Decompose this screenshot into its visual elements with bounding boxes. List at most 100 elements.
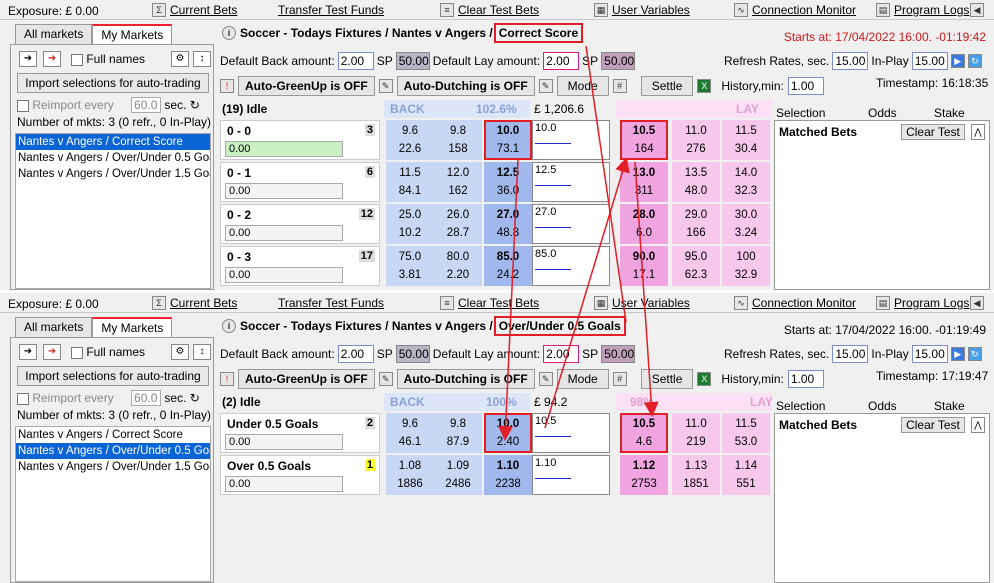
back-price-best[interactable]: 12.5 36.0 (484, 162, 532, 202)
current-bets-button[interactable]: Σ Current Bets (152, 295, 237, 311)
full-names-checkbox[interactable] (71, 346, 83, 359)
auto-greenup-button[interactable]: Auto-GreenUp is OFF (238, 76, 375, 96)
reimport-input[interactable]: 60.0 (131, 97, 162, 113)
auto-dutching-button[interactable]: Auto-Dutching is OFF (396, 369, 535, 389)
refresh-icon[interactable]: ↻ (186, 98, 200, 112)
refresh-rate-input[interactable]: 15.00 (832, 345, 869, 363)
back-price-2[interactable]: 1.09 2486 (434, 455, 482, 495)
connection-monitor-button[interactable]: ∿ Connection Monitor (734, 295, 856, 311)
list-item[interactable]: Nantes v Angers / Over/Under 0.5 Goals (16, 150, 210, 166)
tab-my-markets[interactable]: My Markets (92, 24, 173, 44)
alert-icon[interactable]: ! (220, 372, 234, 386)
reimport-checkbox[interactable] (17, 99, 29, 112)
ladder-cell[interactable]: 27.0 (532, 204, 610, 244)
runner-name[interactable]: 0 - 1 6 0.00 (220, 162, 380, 202)
back-price-3[interactable]: 9.6 46.1 (386, 413, 434, 453)
list-item[interactable]: Nantes v Angers / Over/Under 1.5 Goals (16, 166, 210, 182)
collapse-icon[interactable]: ⋀ (971, 417, 985, 433)
runner-name[interactable]: 0 - 0 3 0.00 (220, 120, 380, 160)
back-price-3[interactable]: 9.6 22.6 (386, 120, 434, 160)
edit-icon[interactable]: ✎ (538, 372, 553, 386)
collapse-icon[interactable]: ⋀ (971, 124, 985, 140)
lay-price-2[interactable]: 11.0 276 (672, 120, 720, 160)
back-sp-input[interactable]: 50.00 (395, 345, 430, 363)
ladder-cell[interactable]: 12.5 (532, 162, 610, 202)
back-price-3[interactable]: 25.0 10.2 (386, 204, 434, 244)
grid-icon[interactable]: # (612, 372, 627, 386)
default-lay-input[interactable]: 2.00 (543, 345, 580, 363)
auto-dutching-button[interactable]: Auto-Dutching is OFF (396, 76, 535, 96)
back-price-best[interactable]: 27.0 48.8 (484, 204, 532, 244)
import-selections-button[interactable]: Import selections for auto-trading (17, 73, 209, 93)
back-price-3[interactable]: 1.08 1886 (386, 455, 434, 495)
lay-price-best[interactable]: 13.0 311 (620, 162, 668, 202)
reimport-checkbox[interactable] (17, 392, 29, 405)
excel-icon[interactable]: X (697, 372, 712, 386)
auto-greenup-button[interactable]: Auto-GreenUp is OFF (238, 369, 375, 389)
full-names-checkbox[interactable] (71, 53, 83, 66)
sort-icon[interactable]: ↕ (193, 51, 211, 67)
refresh-icon[interactable]: ↻ (186, 391, 200, 405)
program-logs-button[interactable]: ▤ Program Logs (876, 295, 969, 311)
edit-icon[interactable]: ✎ (538, 79, 553, 93)
ladder-cell[interactable]: 10.0 (532, 120, 610, 160)
runner-name[interactable]: Under 0.5 Goals 2 0.00 (220, 413, 380, 453)
default-lay-input[interactable]: 2.00 (543, 52, 580, 70)
list-item[interactable]: Nantes v Angers / Over/Under 0.5 Goals (16, 443, 210, 459)
lay-sp-input[interactable]: 50.00 (601, 52, 636, 70)
add-arrow-icon[interactable]: ➜ (19, 51, 37, 67)
user-variables-button[interactable]: ▦ User Variables (594, 2, 690, 18)
add-arrow-icon[interactable]: ➜ (19, 344, 37, 360)
lay-price-3[interactable]: 11.5 30.4 (722, 120, 770, 160)
lay-price-3[interactable]: 11.5 53.0 (722, 413, 770, 453)
back-sp-input[interactable]: 50.00 (395, 52, 430, 70)
tab-all-markets[interactable]: All markets (15, 317, 93, 337)
back-price-2[interactable]: 9.8 87.9 (434, 413, 482, 453)
full-names-option[interactable]: Full names (71, 52, 145, 66)
lay-price-3[interactable]: 14.0 32.3 (722, 162, 770, 202)
ladder-cell[interactable]: 85.0 (532, 246, 610, 286)
excel-icon[interactable]: X (697, 79, 712, 93)
lay-price-2[interactable]: 1.13 1851 (672, 455, 720, 495)
list-item[interactable]: Nantes v Angers / Over/Under 1.5 Goals (16, 459, 210, 475)
play-icon[interactable]: ▶ (950, 54, 965, 68)
program-logs-button[interactable]: ▤ Program Logs (876, 2, 969, 18)
back-price-2[interactable]: 26.0 28.7 (434, 204, 482, 244)
tab-all-markets[interactable]: All markets (15, 24, 93, 44)
edit-icon[interactable]: ✎ (378, 372, 393, 386)
transfer-test-funds-button[interactable]: Transfer Test Funds (278, 295, 384, 311)
alert-icon[interactable]: ! (220, 79, 234, 93)
list-item[interactable]: Nantes v Angers / Correct Score (16, 427, 210, 443)
back-price-best[interactable]: 10.0 2.40 (484, 413, 532, 453)
info-icon[interactable]: i (222, 319, 236, 333)
edit-icon[interactable]: ✎ (378, 79, 393, 93)
settings-icon[interactable]: ⚙ (171, 344, 189, 360)
remove-arrow-icon[interactable]: ➜ (43, 344, 61, 360)
runner-name[interactable]: 0 - 2 12 0.00 (220, 204, 380, 244)
default-back-input[interactable]: 2.00 (337, 52, 374, 70)
connection-monitor-button[interactable]: ∿ Connection Monitor (734, 2, 856, 18)
back-price-best[interactable]: 1.10 2238 (484, 455, 532, 495)
lay-price-3[interactable]: 1.14 551 (722, 455, 770, 495)
settle-button[interactable]: Settle (640, 369, 694, 389)
user-variables-button[interactable]: ▦ User Variables (594, 295, 690, 311)
back-price-2[interactable]: 12.0 162 (434, 162, 482, 202)
settle-button[interactable]: Settle (640, 76, 694, 96)
import-selections-button[interactable]: Import selections for auto-trading (17, 366, 209, 386)
transfer-test-funds-button[interactable]: Transfer Test Funds (278, 2, 384, 18)
remove-arrow-icon[interactable]: ➜ (43, 51, 61, 67)
refresh-rate-input[interactable]: 15.00 (832, 52, 869, 70)
lay-price-best[interactable]: 90.0 17.1 (620, 246, 668, 286)
history-input[interactable]: 1.00 (787, 370, 824, 388)
back-price-3[interactable]: 75.0 3.81 (386, 246, 434, 286)
back-price-best[interactable]: 10.0 73.1 (484, 120, 532, 160)
inplay-rate-input[interactable]: 15.00 (911, 345, 948, 363)
history-input[interactable]: 1.00 (787, 77, 824, 95)
sort-icon[interactable]: ↕ (193, 344, 211, 360)
lay-price-2[interactable]: 29.0 166 (672, 204, 720, 244)
clear-test-button[interactable]: Clear Test (901, 417, 965, 433)
clear-test-bets-button[interactable]: ≡ Clear Test Bets (440, 295, 539, 311)
lay-price-2[interactable]: 13.5 48.0 (672, 162, 720, 202)
lay-price-best[interactable]: 10.5 164 (620, 120, 668, 160)
lay-price-best[interactable]: 10.5 4.6 (620, 413, 668, 453)
